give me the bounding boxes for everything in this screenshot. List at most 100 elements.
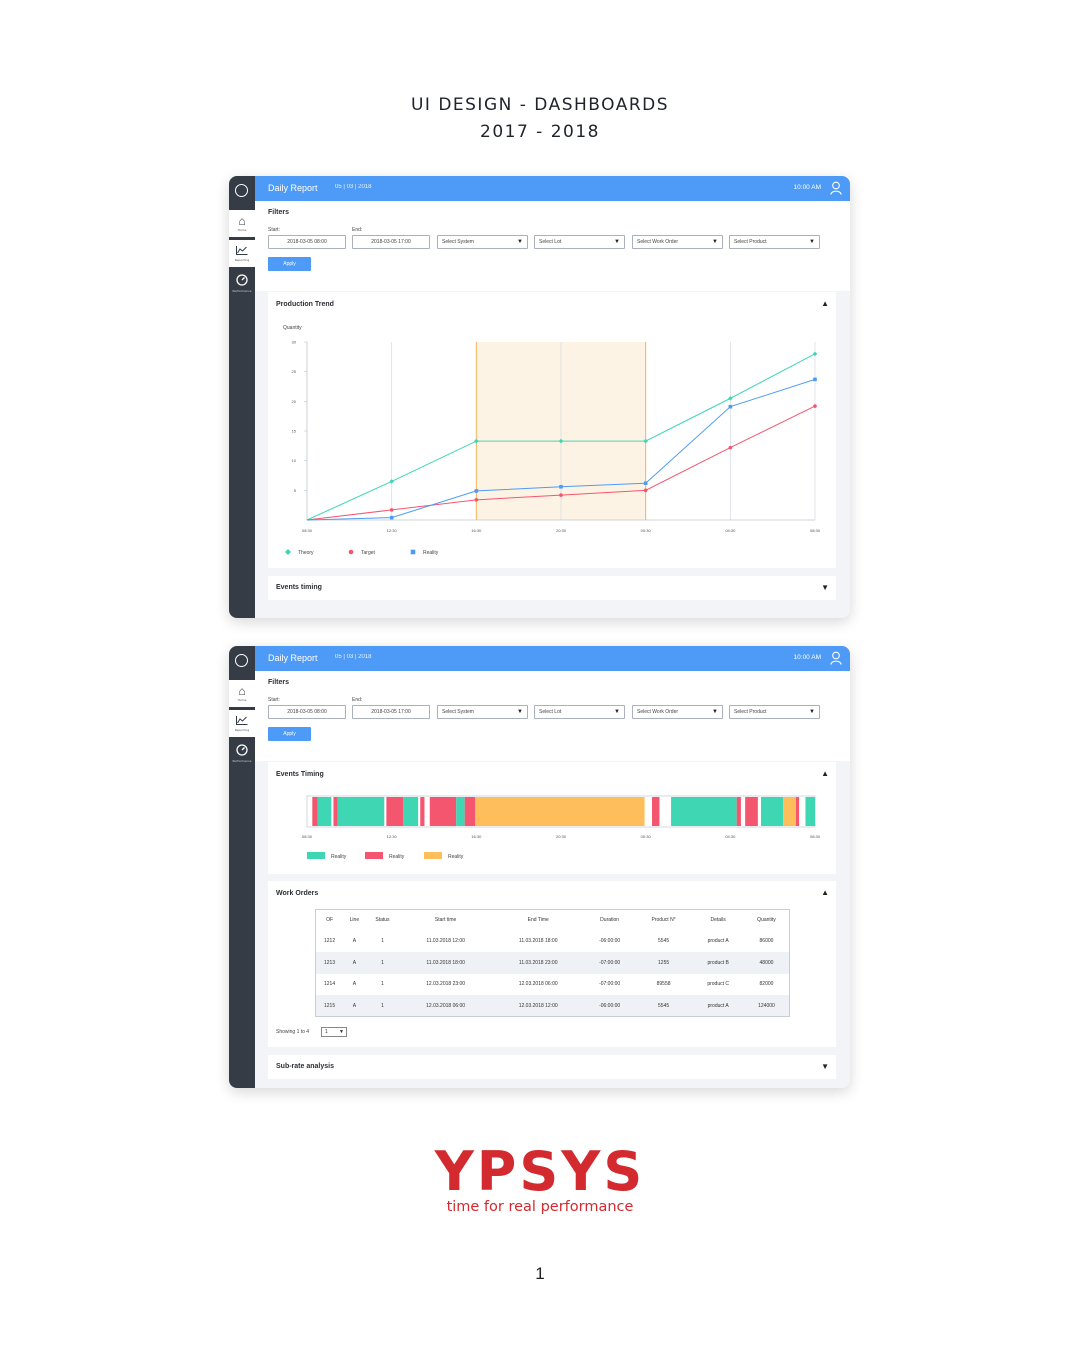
user-icon[interactable] — [830, 651, 842, 665]
sidebar-item-reporting[interactable]: Reporting — [229, 240, 255, 267]
table-cell: product B — [692, 952, 744, 974]
app-title: Daily Report — [268, 653, 318, 663]
select-system[interactable]: Select System ▼ — [437, 235, 528, 249]
table-row[interactable]: 1213 A 1 11.03.2018 18:00 11.03.2018 23:00 -0… — [315, 952, 790, 974]
x-tick-label: 04:30 — [725, 528, 736, 533]
table-cell: -06:00:00 — [599, 938, 621, 945]
start-datetime-input[interactable]: 2018-03-05 08:00 — [268, 235, 346, 249]
select-work-order[interactable]: Select Work Order ▼ — [632, 235, 723, 249]
menu-circle-icon[interactable] — [235, 184, 248, 197]
select-label: Select Product — [734, 239, 767, 245]
table-cell: 1 — [381, 981, 384, 988]
table-cell: A — [343, 995, 366, 1017]
end-label: End: — [352, 227, 363, 233]
table-cell: 11.03.2018 23:00 — [491, 952, 585, 974]
data-point — [474, 498, 479, 502]
select-system[interactable]: Select System ▼ — [437, 705, 528, 719]
table-cell: 48000 — [743, 952, 790, 974]
user-icon[interactable] — [830, 181, 842, 195]
page-number: 1 — [535, 1264, 545, 1283]
column-header[interactable]: Details — [692, 910, 744, 931]
table-cell: 11.03.2018 18:00 — [518, 938, 558, 945]
column-header[interactable]: Quantity — [744, 910, 790, 931]
end-datetime-input[interactable]: 2018-03-05 17:00 — [352, 235, 430, 249]
column-header[interactable]: OF — [316, 910, 344, 931]
table-cell: A — [352, 938, 357, 945]
production-trend-card: Production Trend ▲ Quantity 5 10 15 20 25 30 08… — [268, 292, 836, 568]
data-point — [389, 508, 394, 512]
chart-line-icon — [236, 715, 248, 727]
legend-swatch — [424, 852, 442, 859]
home-icon: ⌂ — [238, 684, 246, 698]
events-timing-card-collapsed[interactable]: Events timing ▼ — [268, 576, 836, 600]
legend-marker — [285, 549, 291, 555]
sidebar-item-performance[interactable]: Performance — [229, 270, 255, 297]
sidebar-item-home[interactable]: ⌂ Home — [229, 210, 255, 237]
table-cell: product C — [707, 981, 730, 988]
legend-label: Reality — [331, 854, 347, 860]
timeline-segment — [312, 797, 318, 826]
legend-label: Reality — [423, 550, 439, 556]
sidebar-item-label: Performance — [232, 759, 252, 763]
timeline-segment — [783, 797, 796, 826]
timeline-segment — [805, 797, 815, 826]
apply-button[interactable]: Apply — [268, 257, 311, 271]
expand-arrow-icon[interactable]: ▼ — [821, 583, 829, 592]
select-work-order[interactable]: Select Work Order ▼ — [632, 705, 723, 719]
table-cell: 5545 — [658, 938, 670, 945]
clock: 10:00 AM — [793, 184, 821, 191]
sidebar: ⌂ Home Reporting Performance — [229, 646, 255, 1088]
legend-marker — [410, 549, 416, 555]
start-datetime-input[interactable]: 2018-03-05 08:00 — [268, 705, 346, 719]
column-header[interactable]: Duration — [585, 910, 635, 931]
timeline-segment — [652, 797, 660, 826]
table-row[interactable]: 1212 A 1 11.03.2018 12:00 11.03.2018 18:00 -0… — [316, 931, 790, 953]
select-product[interactable]: Select Product ▼ — [729, 235, 820, 249]
legend-label: Reality — [448, 854, 464, 860]
end-value: 2018-03-05 17:00 — [371, 709, 411, 715]
y-tick-label: 20 — [292, 399, 297, 404]
menu-circle-icon[interactable] — [235, 654, 248, 667]
timeline-segment — [795, 797, 800, 826]
clock: 10:00 AM — [793, 654, 821, 661]
select-label: Select Work Order — [637, 709, 679, 715]
select-label: Select Work Order — [637, 239, 679, 245]
table-row[interactable]: 1215 A 1 12.03.2018 06:00 12.03.2018 12:00 -0… — [315, 995, 790, 1017]
select-label: Select System — [442, 709, 474, 715]
column-header[interactable]: Start time — [399, 910, 492, 931]
sidebar-item-home[interactable]: ⌂ Home — [229, 680, 255, 707]
collapse-arrow-icon[interactable]: ▲ — [821, 888, 829, 897]
apply-button[interactable]: Apply — [268, 727, 311, 741]
column-header[interactable]: Line — [343, 910, 365, 931]
y-tick-label: 15 — [292, 429, 297, 434]
select-lot[interactable]: Select Lot ▼ — [534, 705, 625, 719]
end-datetime-input[interactable]: 2018-03-05 17:00 — [352, 705, 430, 719]
select-lot[interactable]: Select Lot ▼ — [534, 235, 625, 249]
expand-arrow-icon[interactable]: ▼ — [821, 1062, 829, 1071]
page-title: UI DESIGN - DASHBOARDS — [410, 95, 670, 115]
subrate-analysis-card[interactable]: Sub-rate analysis ▼ — [268, 1055, 836, 1079]
table-cell: 1212 — [324, 938, 336, 945]
timeline-segment — [337, 797, 385, 826]
legend-label: Theory — [298, 550, 314, 556]
column-header[interactable]: End Time — [492, 910, 585, 931]
timeline-segment — [420, 797, 425, 826]
data-point — [474, 489, 479, 493]
y-axis-label: Quantity — [283, 325, 302, 331]
select-product[interactable]: Select Product ▼ — [729, 705, 820, 719]
page-select[interactable]: 1 ▼ — [321, 1027, 347, 1037]
sidebar: ⌂ Home Reporting Performance — [229, 176, 255, 618]
sidebar-item-reporting[interactable]: Reporting — [229, 710, 255, 737]
showing-text: Showing 1 to 4 — [276, 1029, 310, 1035]
start-value: 2018-03-05 08:00 — [287, 709, 327, 715]
sidebar-item-label: Home — [237, 228, 247, 232]
filters-title: Filters — [268, 209, 290, 216]
column-header[interactable]: Status — [366, 910, 400, 931]
data-point — [813, 377, 817, 382]
x-tick-label: 08:30 — [810, 528, 821, 533]
table-row[interactable]: 1214 A 1 12.03.2018 23:00 12.03.2018 06:00 -0… — [316, 974, 790, 996]
sidebar-item-performance[interactable]: Performance — [229, 740, 255, 767]
column-header[interactable]: Product N° — [635, 910, 693, 931]
timeline-segment — [736, 797, 741, 826]
data-point — [389, 515, 394, 520]
